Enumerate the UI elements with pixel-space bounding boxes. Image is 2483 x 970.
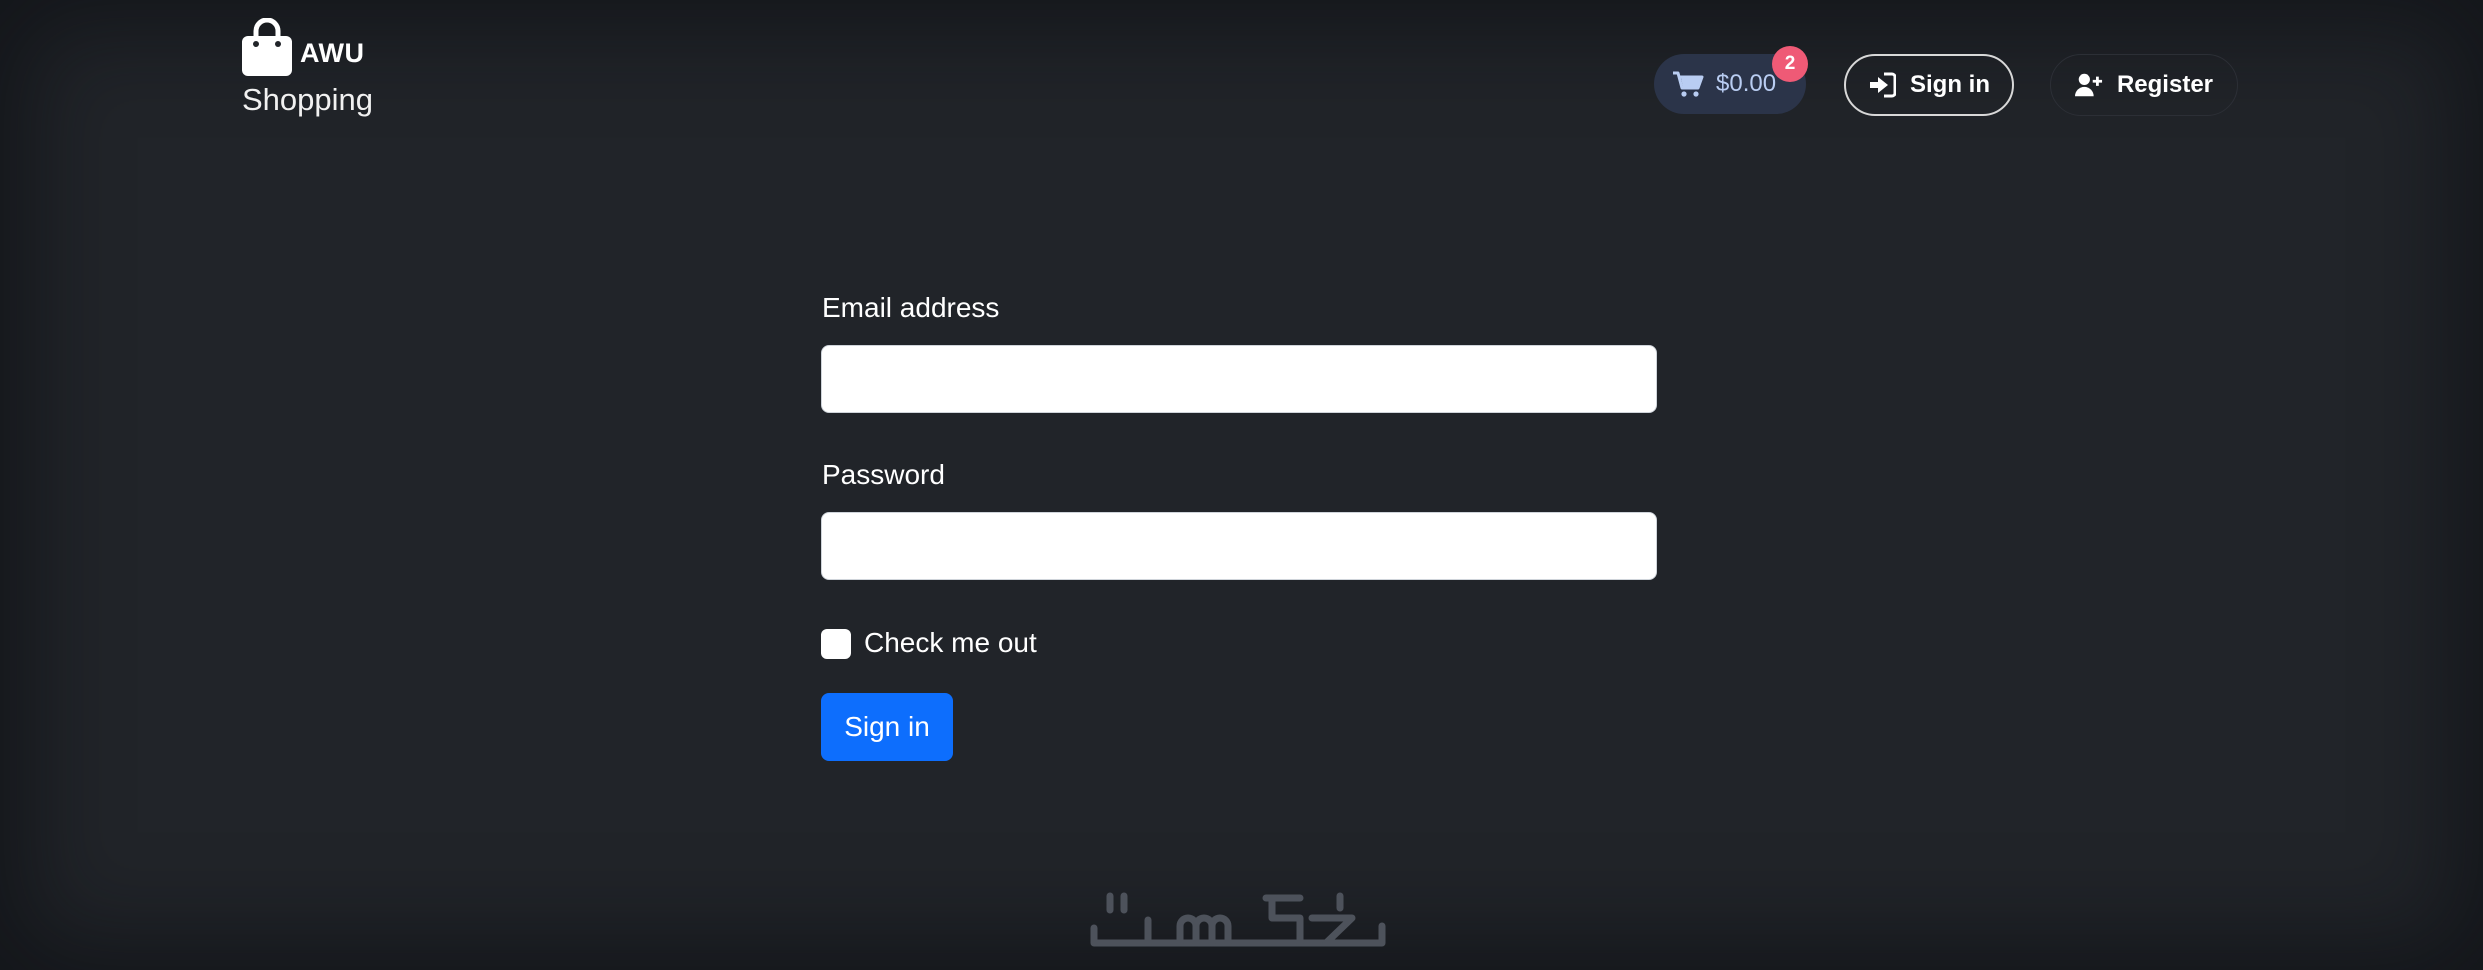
shopping-bag-icon	[242, 18, 292, 76]
brand-name: AWU	[300, 38, 365, 68]
password-label: Password	[822, 459, 945, 490]
sign-in-icon	[1870, 72, 1896, 98]
brand-link[interactable]: AWU Shopping	[240, 18, 390, 123]
watermark-logo	[1090, 892, 1386, 947]
brand-subtitle: Shopping	[242, 82, 374, 117]
nav-signin-label: Sign in	[1910, 71, 1990, 98]
cart-icon	[1673, 71, 1704, 97]
cart-total: $0.00	[1716, 70, 1777, 97]
user-plus-icon	[2074, 73, 2103, 97]
nav-register-button[interactable]: Register	[2050, 54, 2238, 116]
check-me-out-checkbox[interactable]	[821, 629, 851, 659]
cart-count-badge: 2	[1772, 46, 1808, 82]
nav-register-label: Register	[2116, 71, 2214, 98]
signin-submit-button[interactable]: Sign in	[821, 693, 953, 761]
email-label: Email address	[822, 292, 1000, 323]
email-field[interactable]	[821, 345, 1657, 413]
page-vignette	[0, 0, 2483, 970]
checkbox-label: Check me out	[864, 627, 1037, 658]
password-field[interactable]	[821, 512, 1657, 580]
nav-signin-button[interactable]: Sign in	[1844, 54, 2014, 116]
